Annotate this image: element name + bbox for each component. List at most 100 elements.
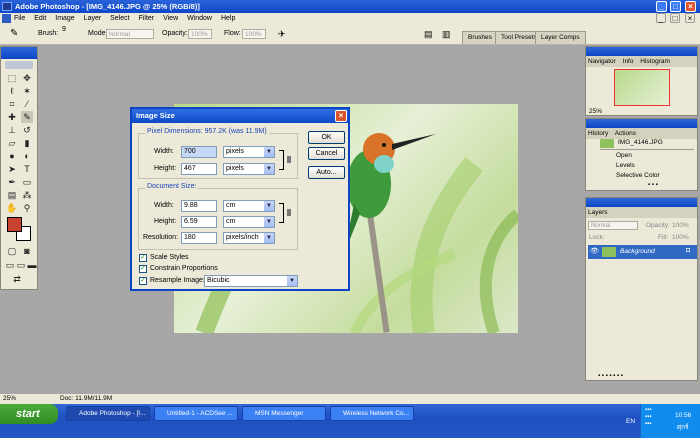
start-button[interactable]: start [0,404,58,424]
px-height-unit-select[interactable]: pixels ▼ [223,163,275,175]
lasso-tool-icon[interactable]: ℓ [6,85,18,97]
constrain-proportions-checkbox[interactable]: ✓ [139,265,147,273]
foreground-color-swatch-top[interactable] [7,217,22,232]
resolution-input[interactable]: 180 [181,232,217,244]
move-tool-icon[interactable]: ✥ [21,72,33,84]
maximize-button[interactable]: □ [670,1,681,12]
path-select-icon[interactable]: ➤ [6,163,18,175]
quickmask-mode-icon[interactable]: ◙ [21,245,33,257]
px-width-unit-select[interactable]: pixels ▼ [223,146,275,158]
adobe-online-icon[interactable] [5,61,33,69]
menu-view[interactable]: View [163,15,178,22]
history-item[interactable]: Open [616,152,632,159]
type-tool-icon[interactable]: T [21,163,33,175]
eye-icon[interactable]: 👁 [590,247,599,255]
doc-width-unit-select[interactable]: cm ▼ [223,200,275,212]
file-browser-icon[interactable]: ▤ [424,29,433,40]
close-button[interactable]: × [685,1,696,12]
layers-footer-icons[interactable]: ▪ ▪ ▪ ▪ ▪ ▪ ▪ [598,373,623,379]
history-item[interactable]: Levels [616,162,635,169]
menu-layer[interactable]: Layer [84,15,102,22]
tab-navigator[interactable]: Navigator [588,58,616,65]
task-photoshop[interactable]: Adobe Photoshop - [I... [66,406,150,421]
tray-icons[interactable]: ▪▪▪ ▪▪▪ ▪▪▪ [645,407,669,429]
doc-height-input[interactable]: 6.59 [181,216,217,228]
blend-mode-select[interactable]: Normal [588,221,638,230]
eyedropper-icon[interactable]: ⁂ [21,189,33,201]
resolution-unit-select[interactable]: pixels/inch ▼ [223,232,275,244]
auto-button[interactable]: Auto... [308,166,345,179]
task-wireless-network[interactable]: Wireless Network Co... [330,406,414,421]
scale-styles-checkbox[interactable]: ✓ [139,254,147,262]
marquee-tool-icon[interactable]: ⬚ [6,72,18,84]
navigator-zoom[interactable]: 25% [589,108,602,115]
layers-titlebar[interactable] [586,198,697,207]
history-brush-icon[interactable]: ↺ [21,124,33,136]
history-footer-icons[interactable]: ▪ ▪ ▪ [648,182,658,188]
status-zoom[interactable]: 25% [3,394,16,404]
language-indicator[interactable]: EN [626,418,635,425]
flow-field[interactable]: 100% [242,29,266,39]
tab-brushes[interactable]: Brushes [462,31,498,44]
crop-tool-icon[interactable]: ⌗ [6,98,18,110]
eraser-tool-icon[interactable]: ▱ [6,137,18,149]
layer-opacity-field[interactable]: 100% [672,222,689,229]
stamp-tool-icon[interactable]: ⊥ [6,124,18,136]
hand-tool-icon[interactable]: ✋ [6,202,18,214]
px-height-input[interactable]: 467 [181,163,217,175]
zoom-tool-icon[interactable]: ⚲ [21,202,33,214]
task-msn-messenger[interactable]: MSN Messenger [242,406,326,421]
jump-to-imageready-icon[interactable]: ⇄ [11,273,23,285]
cancel-button[interactable]: Cancel [308,147,345,160]
airbrush-icon[interactable]: ✈ [278,29,286,40]
tab-layers[interactable]: Layers [588,209,608,216]
brush-tool-icon[interactable]: ✎ [10,28,18,39]
doc-width-input[interactable]: 9.88 [181,200,217,212]
tab-actions[interactable]: Actions [615,130,636,137]
navigator-thumbnail[interactable] [614,69,670,106]
screen-mode-full-icon[interactable]: ▬ [26,259,38,271]
tab-history[interactable]: History [588,130,608,137]
tab-layer-comps[interactable]: Layer Comps [535,31,586,44]
notes-tool-icon[interactable]: ▤ [6,189,18,201]
palette-well-icon[interactable]: ▥ [442,29,451,40]
healing-brush-icon[interactable]: ✚ [6,111,18,123]
menu-edit[interactable]: Edit [34,15,46,22]
menu-image[interactable]: Image [55,15,74,22]
magic-wand-icon[interactable]: ✶ [21,85,33,97]
px-width-input[interactable]: 700 [181,146,217,158]
gradient-tool-icon[interactable]: ▮ [21,137,33,149]
opacity-field[interactable]: 100% [188,29,212,39]
resample-image-checkbox[interactable]: ✓ [139,277,147,285]
navigator-titlebar[interactable] [586,47,697,56]
tab-info[interactable]: Info [623,58,634,65]
brush-tool-icon-toolbox[interactable]: ✎ [21,111,33,123]
tab-histogram[interactable]: Histogram [640,58,670,65]
mode-select[interactable]: Normal [106,29,154,39]
history-titlebar[interactable] [586,119,697,128]
history-snapshot[interactable]: IMG_4146.JPG [618,139,663,146]
brush-size[interactable]: 9 [62,26,66,33]
menu-select[interactable]: Select [110,15,129,22]
layer-row-background[interactable]: 👁 Background ◘ [588,245,697,259]
shape-tool-icon[interactable]: ▭ [21,176,33,188]
doc-close-button[interactable]: × [685,13,695,23]
doc-height-unit-select[interactable]: cm ▼ [223,216,275,228]
dodge-tool-icon[interactable]: ◐ [21,150,33,162]
menu-window[interactable]: Window [187,15,212,22]
doc-minimize-button[interactable]: _ [656,13,666,23]
fill-field[interactable]: 100% [672,234,689,241]
slice-tool-icon[interactable]: ⁄ [21,98,33,110]
doc-restore-button[interactable]: □ [670,13,680,23]
standard-mode-icon[interactable]: ▢ [6,245,18,257]
toolbox-titlebar[interactable] [1,47,37,59]
menu-help[interactable]: Help [221,15,235,22]
pen-tool-icon[interactable]: ✒ [6,176,18,188]
menu-file[interactable]: File [14,15,25,22]
ok-button[interactable]: OK [308,131,345,144]
minimize-button[interactable]: _ [656,1,667,12]
history-item[interactable]: Selective Color [616,172,660,179]
task-acdsee[interactable]: Untitled-1 - ACDSee ... [154,406,238,421]
menu-filter[interactable]: Filter [139,15,155,22]
dialog-titlebar[interactable]: Image Size × [132,109,348,123]
